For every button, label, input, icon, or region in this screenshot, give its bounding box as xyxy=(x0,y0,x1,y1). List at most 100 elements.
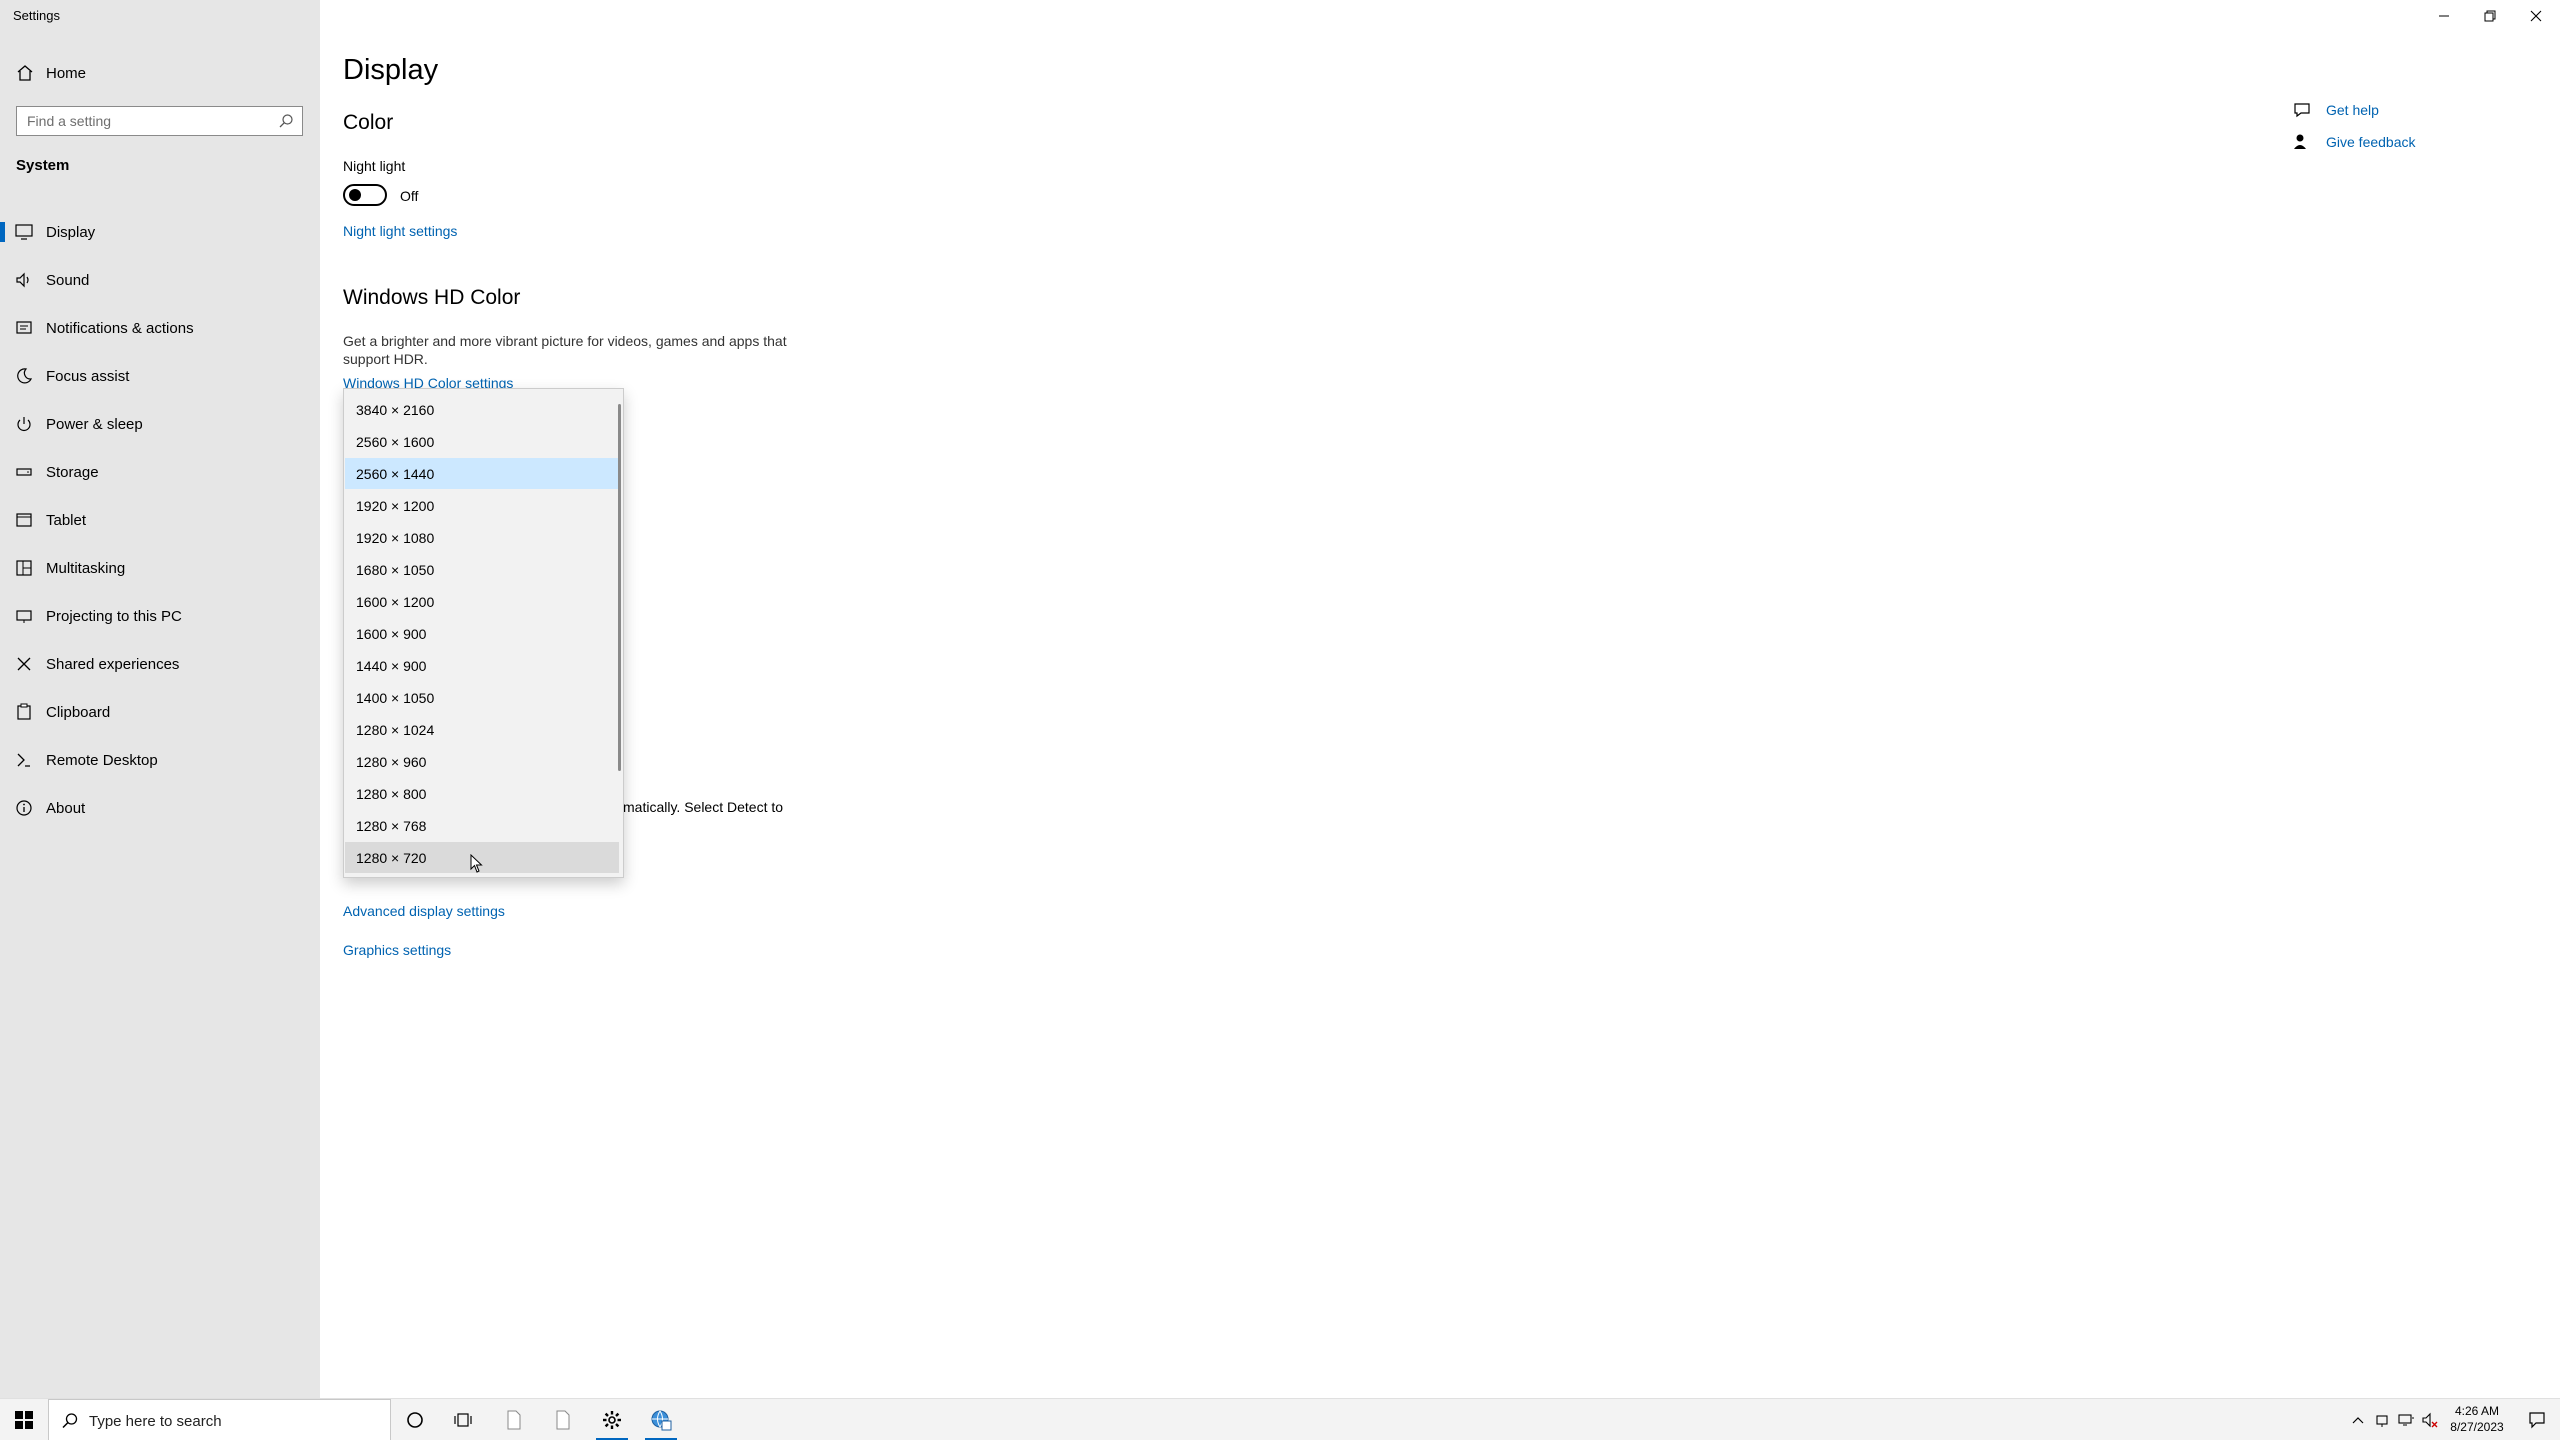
sidebar-item-clipboard[interactable]: Clipboard xyxy=(0,688,320,736)
action-center-button[interactable] xyxy=(2514,1399,2560,1440)
globe-icon xyxy=(651,1410,672,1431)
toggle-knob xyxy=(349,189,361,201)
feedback-person-icon xyxy=(2294,134,2306,149)
resolution-option[interactable]: 1920 × 1200 xyxy=(345,490,619,521)
help-chat-icon xyxy=(2294,103,2310,118)
cortana-circle-icon xyxy=(407,1412,423,1428)
taskbar-app-file-1[interactable] xyxy=(490,1399,538,1440)
clipboard-icon xyxy=(17,703,31,720)
sidebar-item-remote-desktop[interactable]: Remote Desktop xyxy=(0,736,320,784)
night-light-label: Night light xyxy=(343,158,406,174)
sidebar-item-label: Notifications & actions xyxy=(46,319,194,337)
detect-text-fragment: matically. Select Detect to xyxy=(623,799,784,815)
taskbar-app-browser[interactable] xyxy=(637,1399,685,1440)
taskbar-app-file-2[interactable] xyxy=(539,1399,587,1440)
remote-desktop-icon xyxy=(17,753,30,767)
file-icon xyxy=(507,1410,521,1430)
resolution-dropdown-list[interactable]: 3840 × 2160 2560 × 1600 2560 × 1440 1920… xyxy=(343,388,624,878)
sidebar-item-label: Sound xyxy=(46,271,90,289)
advanced-display-settings-link[interactable]: Advanced display settings xyxy=(343,903,505,919)
resolution-option-selected[interactable]: 2560 × 1440 xyxy=(345,458,619,489)
resolution-option[interactable]: 1680 × 1050 xyxy=(345,554,619,585)
taskbar-clock[interactable]: 4:26 AM 8/27/2023 xyxy=(2436,1403,2518,1435)
resolution-option[interactable]: 1600 × 1200 xyxy=(345,586,619,617)
windows-logo-icon xyxy=(15,1411,33,1429)
color-heading: Color xyxy=(343,111,394,134)
tray-usb-button[interactable] xyxy=(2370,1399,2394,1440)
graphics-settings-link[interactable]: Graphics settings xyxy=(343,942,451,958)
get-help-link[interactable]: Get help xyxy=(2292,100,2379,120)
resolution-option[interactable]: 1280 × 768 xyxy=(345,810,619,841)
taskbar-search-box[interactable]: Type here to search xyxy=(48,1399,391,1440)
search-icon[interactable] xyxy=(278,113,294,129)
sidebar: Settings Home System Display Sound Notif… xyxy=(0,0,320,1398)
night-light-state: Off xyxy=(400,188,419,204)
sidebar-item-notifications[interactable]: Notifications & actions xyxy=(0,304,320,352)
resolution-option[interactable]: 1600 × 900 xyxy=(345,618,619,649)
give-feedback-label: Give feedback xyxy=(2326,134,2416,150)
hd-color-heading: Windows HD Color xyxy=(343,286,521,309)
night-light-settings-link[interactable]: Night light settings xyxy=(343,223,457,239)
sidebar-home[interactable]: Home xyxy=(0,58,320,88)
show-hidden-icons-button[interactable] xyxy=(2348,1399,2368,1440)
sidebar-item-sound[interactable]: Sound xyxy=(0,256,320,304)
search-icon xyxy=(62,1413,78,1429)
taskbar-app-settings[interactable] xyxy=(588,1399,636,1440)
projector-icon xyxy=(16,610,32,623)
mouse-cursor-icon xyxy=(470,854,483,873)
resolution-option[interactable]: 2560 × 1600 xyxy=(345,426,619,457)
sidebar-item-multitasking[interactable]: Multitasking xyxy=(0,544,320,592)
sidebar-home-label: Home xyxy=(46,64,87,82)
sidebar-item-label: Clipboard xyxy=(46,703,111,721)
multitasking-icon xyxy=(16,560,32,576)
notification-icon xyxy=(16,321,32,334)
chevron-up-icon xyxy=(2352,1417,2364,1424)
find-setting-search[interactable] xyxy=(16,106,303,136)
sidebar-item-label: Multitasking xyxy=(46,559,126,577)
shared-icon xyxy=(17,657,31,671)
network-icon xyxy=(2398,1414,2414,1426)
cortana-button[interactable] xyxy=(391,1399,439,1440)
storage-icon xyxy=(16,468,32,476)
notification-center-icon xyxy=(2529,1412,2545,1429)
sidebar-section-title: System xyxy=(16,157,70,174)
dropdown-scrollbar[interactable] xyxy=(618,404,621,771)
power-icon xyxy=(17,417,31,431)
sidebar-item-label: About xyxy=(46,799,86,817)
sidebar-item-storage[interactable]: Storage xyxy=(0,448,320,496)
sidebar-item-label: Focus assist xyxy=(46,367,130,385)
sidebar-item-shared-experiences[interactable]: Shared experiences xyxy=(0,640,320,688)
start-button[interactable] xyxy=(0,1399,48,1440)
sidebar-item-label: Storage xyxy=(46,463,99,481)
resolution-option[interactable]: 1400 × 1050 xyxy=(345,682,619,713)
main-content: Display Color Night light Off Night ligh… xyxy=(320,0,2560,1398)
night-light-toggle[interactable] xyxy=(343,184,387,206)
monitor-icon xyxy=(15,224,33,240)
sidebar-item-label: Power & sleep xyxy=(46,415,143,433)
resolution-option[interactable]: 3840 × 2160 xyxy=(345,394,619,425)
resolution-option[interactable]: 1920 × 1080 xyxy=(345,522,619,553)
sidebar-item-focus-assist[interactable]: Focus assist xyxy=(0,352,320,400)
clock-date: 8/27/2023 xyxy=(2450,1420,2504,1434)
sidebar-item-power-sleep[interactable]: Power & sleep xyxy=(0,400,320,448)
speaker-icon xyxy=(16,272,29,288)
window-title: Settings xyxy=(13,8,60,23)
sidebar-item-display[interactable]: Display xyxy=(0,208,320,256)
sidebar-item-label: Display xyxy=(46,223,96,241)
sidebar-item-projecting[interactable]: Projecting to this PC xyxy=(0,592,320,640)
resolution-option[interactable]: 1280 × 1024 xyxy=(345,714,619,745)
tray-network-button[interactable] xyxy=(2394,1399,2418,1440)
resolution-option[interactable]: 1280 × 960 xyxy=(345,746,619,777)
task-view-icon xyxy=(454,1413,472,1427)
clock-time: 4:26 AM xyxy=(2454,1404,2500,1418)
sidebar-item-tablet[interactable]: Tablet xyxy=(0,496,320,544)
sidebar-nav: Display Sound Notifications & actions Fo… xyxy=(0,208,320,832)
resolution-option[interactable]: 1280 × 800 xyxy=(345,778,619,809)
tablet-icon xyxy=(16,513,32,527)
give-feedback-link[interactable]: Give feedback xyxy=(2292,132,2416,152)
resolution-option[interactable]: 1440 × 900 xyxy=(345,650,619,681)
find-setting-input[interactable] xyxy=(17,107,267,135)
gear-icon xyxy=(603,1411,621,1429)
task-view-button[interactable] xyxy=(439,1399,487,1440)
sidebar-item-about[interactable]: About xyxy=(0,784,320,832)
